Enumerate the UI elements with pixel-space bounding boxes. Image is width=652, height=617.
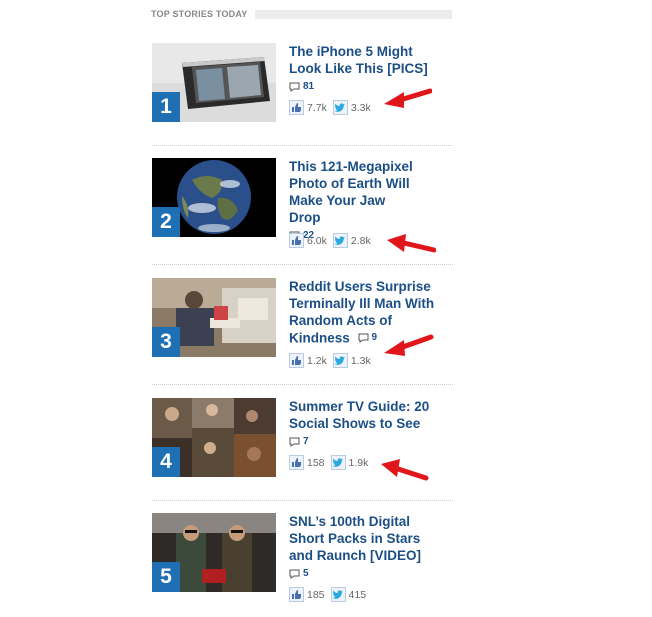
like-count: 158 (307, 456, 325, 469)
rank-badge: 1 (152, 92, 180, 122)
red-arrow-icon (384, 88, 432, 108)
twitter-bird-icon (332, 233, 348, 248)
like-button[interactable]: 1.2k (289, 353, 327, 368)
story-thumbnail[interactable]: 3 (152, 278, 276, 357)
divider (152, 500, 453, 501)
twitter-bird-icon (330, 455, 346, 470)
comment-count: 9 (371, 332, 378, 343)
comment-count: 7 (303, 436, 309, 447)
tweet-count: 2.8k (350, 234, 371, 247)
tweet-count: 415 (348, 588, 367, 601)
comments-link[interactable]: 5 (289, 568, 309, 579)
divider (152, 264, 453, 265)
twitter-bird-icon (332, 353, 348, 368)
story-title-link[interactable]: SNL’s 100th Digital Short Packs in Stars… (289, 513, 429, 564)
facebook-like-icon (289, 455, 304, 470)
like-count: 6.0k (307, 234, 327, 247)
social-counts: 158 1.9k (289, 455, 368, 470)
facebook-like-icon (289, 100, 304, 115)
red-arrow-icon (384, 334, 434, 356)
divider (152, 145, 453, 146)
story-thumbnail[interactable]: 2 (152, 158, 276, 237)
divider (152, 384, 453, 385)
comment-count: 5 (303, 568, 309, 579)
comment-count: 81 (303, 81, 315, 92)
twitter-bird-icon (332, 100, 348, 115)
like-button[interactable]: 6.0k (289, 233, 327, 248)
speech-bubble-icon (358, 333, 369, 343)
section-rule (255, 9, 452, 19)
social-counts: 7.7k 3.3k (289, 100, 371, 115)
speech-bubble-icon (289, 82, 300, 92)
red-arrow-icon (381, 459, 429, 481)
facebook-like-icon (289, 587, 304, 602)
rank-badge: 2 (152, 207, 180, 237)
tweet-button[interactable]: 1.3k (332, 353, 371, 368)
twitter-bird-icon (330, 587, 346, 602)
story-thumbnail[interactable]: 5 (152, 513, 276, 592)
like-button[interactable]: 185 (289, 587, 325, 602)
story-thumbnail[interactable]: 1 (152, 43, 276, 122)
social-counts: 185 415 (289, 587, 366, 602)
tweet-button[interactable]: 415 (330, 587, 367, 602)
tweet-count: 1.3k (350, 354, 371, 367)
story-title-link[interactable]: This 121-Megapixel Photo of Earth Will M… (289, 158, 419, 226)
like-button[interactable]: 7.7k (289, 100, 327, 115)
comments-link[interactable]: 81 (289, 81, 314, 92)
red-arrow-icon (387, 234, 436, 253)
social-counts: 6.0k 2.8k (289, 233, 371, 248)
section-title: TOP STORIES TODAY (151, 9, 256, 19)
comments-link[interactable]: 9 (358, 329, 378, 346)
speech-bubble-icon (289, 569, 300, 579)
like-count: 1.2k (307, 354, 327, 367)
tweet-count: 1.9k (348, 456, 369, 469)
story-title-link[interactable]: Summer TV Guide: 20 Social Shows to See (289, 398, 439, 432)
like-button[interactable]: 158 (289, 455, 325, 470)
social-counts: 1.2k 1.3k (289, 353, 371, 368)
story-thumbnail[interactable]: 4 (152, 398, 276, 477)
facebook-like-icon (289, 353, 304, 368)
story-info: This 121-Megapixel Photo of Earth Will M… (289, 158, 453, 242)
story-title-link[interactable]: The iPhone 5 Might Look Like This [PICS] (289, 43, 429, 77)
tweet-count: 3.3k (350, 101, 371, 114)
facebook-like-icon (289, 233, 304, 248)
like-count: 7.7k (307, 101, 327, 114)
story-info: SNL’s 100th Digital Short Packs in Stars… (289, 513, 453, 580)
rank-badge: 3 (152, 327, 180, 357)
story-info: Summer TV Guide: 20 Social Shows to See … (289, 398, 453, 448)
rank-badge: 4 (152, 447, 180, 477)
section-header: TOP STORIES TODAY (151, 8, 452, 20)
rank-badge: 5 (152, 562, 180, 592)
speech-bubble-icon (289, 437, 300, 447)
like-count: 185 (307, 588, 325, 601)
story-item: 5 SNL’s 100th Digital Short Packs in Sta… (152, 513, 453, 608)
tweet-button[interactable]: 1.9k (330, 455, 369, 470)
comments-link[interactable]: 7 (289, 436, 309, 447)
tweet-button[interactable]: 2.8k (332, 233, 371, 248)
tweet-button[interactable]: 3.3k (332, 100, 371, 115)
